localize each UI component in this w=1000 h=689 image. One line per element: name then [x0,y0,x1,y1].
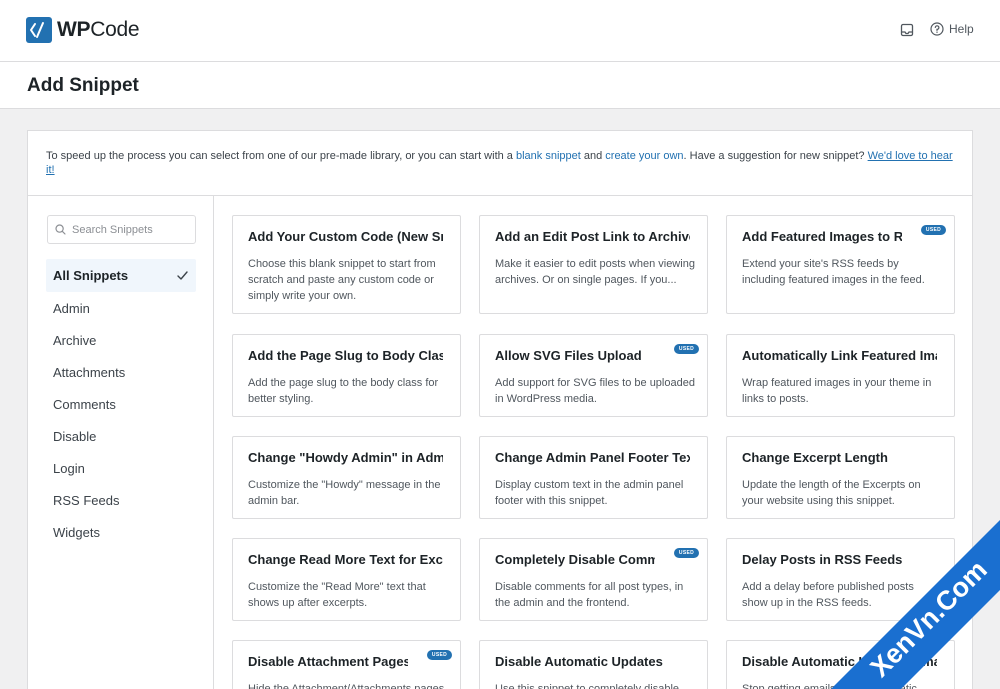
category-label: All Snippets [53,268,129,283]
category-label: Admin [53,300,90,316]
used-badge: USED [673,344,699,354]
category-item[interactable]: Disable [46,420,196,452]
category-item[interactable]: RSS Feeds [46,484,196,516]
used-badge: USED [426,650,452,660]
snippet-description: Disable comments for all post types, in … [495,581,684,609]
snippet-title: Disable Automatic Updates Emails [742,654,937,669]
snippet-card[interactable]: Add Featured Images to RSS Feeds Extend y… [726,215,955,314]
snippet-card[interactable]: Add an Edit Post Link to Archives Make it… [479,215,708,314]
snippet-title: Disable Attachment Pages [248,654,408,669]
snippet-title: Delay Posts in RSS Feeds [742,552,903,567]
snippet-description: Make it easier to edit posts when viewin… [495,258,695,286]
snippet-title: Add Featured Images to RSS Feeds [742,229,902,244]
title-bar: Add Snippet [0,62,1000,109]
snippet-description: Add support for SVG files to be uploaded… [495,377,695,405]
snippet-title: Disable Automatic Updates [495,654,663,669]
snippet-description: Display custom text in the admin panel f… [495,479,684,507]
used-badge: USED [673,548,699,558]
snippet-card[interactable]: Change Admin Panel Footer Text Display cu… [479,436,708,519]
sidebar-divider [213,196,214,689]
snippet-description: Extend your site's RSS feeds by includin… [742,258,925,286]
logo-text-bold: WP [57,18,91,41]
snippet-description: Choose this blank snippet to start from … [248,258,436,302]
snippet-title: Add the Page Slug to Body Class [248,348,443,363]
snippet-card[interactable]: Automatically Link Featured Images to Po… [726,334,955,417]
blank-snippet-link[interactable]: blank snippet [516,150,581,162]
category-item[interactable]: Login [46,452,196,484]
create-your-own-link[interactable]: create your own [605,150,683,162]
snippet-title: Change Read More Text for Excerpts [248,552,443,567]
wpcode-logo-icon [26,17,52,43]
inbox-icon[interactable] [900,23,916,39]
search-icon [55,224,66,235]
snippet-description: Wrap featured images in your theme in li… [742,377,932,405]
help-button[interactable]: Help [930,22,974,36]
category-label: Login [53,460,85,476]
logo-text: WPCode [57,18,140,42]
category-label: Attachments [53,364,126,380]
category-label: Archive [53,332,97,348]
snippet-title: Add Your Custom Code (New Snippet) [248,229,443,244]
snippet-title: Allow SVG Files Upload [495,348,642,363]
snippet-description: Add a delay before published posts show … [742,581,914,609]
category-item[interactable]: All Snippets [46,259,196,292]
intro-text-part: . Have a suggestion for new snippet? [683,150,868,162]
used-badge: USED [920,225,946,235]
snippet-card[interactable]: Delay Posts in RSS Feeds Add a delay befo… [726,538,955,621]
intro-text-part: and [580,150,606,162]
category-list: All Snippets Admin Archive Attachments Comme… [46,259,196,548]
snippet-card[interactable]: Add Your Custom Code (New Snippet) Choose… [232,215,461,314]
category-label: Comments [53,396,116,412]
snippet-title: Automatically Link Featured Images to Po… [742,348,937,363]
category-item[interactable]: Comments [46,388,196,420]
snippet-card[interactable]: Allow SVG Files Upload Add support for SV… [479,334,708,417]
snippet-title: Change "Howdy Admin" in Admin Bar [248,450,443,465]
snippet-description: Add the page slug to the body class for … [248,377,439,405]
snippet-title: Change Excerpt Length [742,450,888,465]
top-bar: WPCode Help [0,0,1000,62]
category-item[interactable]: Admin [46,292,196,324]
search-input[interactable] [72,223,184,236]
snippet-card[interactable]: Disable Automatic Updates Emails Stop get… [726,640,955,689]
snippet-description: Hide the Attachment/Attachments pages on… [248,683,445,689]
category-item[interactable]: Widgets [46,516,196,548]
checkmark-icon [177,271,188,280]
category-label: Widgets [53,524,100,540]
snippet-description: Customize the "Read More" text that show… [248,581,426,609]
wpcode-logo[interactable]: WPCode [26,17,140,43]
logo-text-light: Code [90,18,140,41]
category-item[interactable]: Archive [46,324,196,356]
category-label: Disable [53,428,97,444]
snippet-card[interactable]: Change Excerpt Length Update the length o… [726,436,955,519]
category-label: RSS Feeds [53,492,120,508]
page-title: Add Snippet [27,75,139,96]
snippet-card[interactable]: Disable Automatic Updates Use this snippe… [479,640,708,689]
snippet-description: Update the length of the Excerpts on you… [742,479,921,507]
snippet-title: Completely Disable Comments [495,552,655,567]
snippet-card[interactable]: Change Read More Text for Excerpts Custom… [232,538,461,621]
snippet-card[interactable]: Disable Attachment Pages Hide the Attachm… [232,640,461,689]
snippet-card[interactable]: Change "Howdy Admin" in Admin Bar Customi… [232,436,461,519]
snippet-description: Use this snippet to completely disable a… [495,683,680,689]
help-label: Help [949,22,974,36]
snippet-title: Add an Edit Post Link to Archives [495,229,690,244]
snippet-card[interactable]: Completely Disable Comments Disable comme… [479,538,708,621]
help-icon [930,22,944,36]
snippet-description: Customize the "Howdy" message in the adm… [248,479,441,507]
divider [28,195,972,196]
category-item[interactable]: Attachments [46,356,196,388]
snippet-description: Stop getting emails about automatic upda… [742,683,917,689]
intro-text: To speed up the process you can select f… [46,149,956,177]
intro-text-part: To speed up the process you can select f… [46,150,516,162]
search-box[interactable] [47,215,196,244]
snippet-title: Change Admin Panel Footer Text [495,450,690,465]
snippet-card[interactable]: Add the Page Slug to Body Class Add the p… [232,334,461,417]
